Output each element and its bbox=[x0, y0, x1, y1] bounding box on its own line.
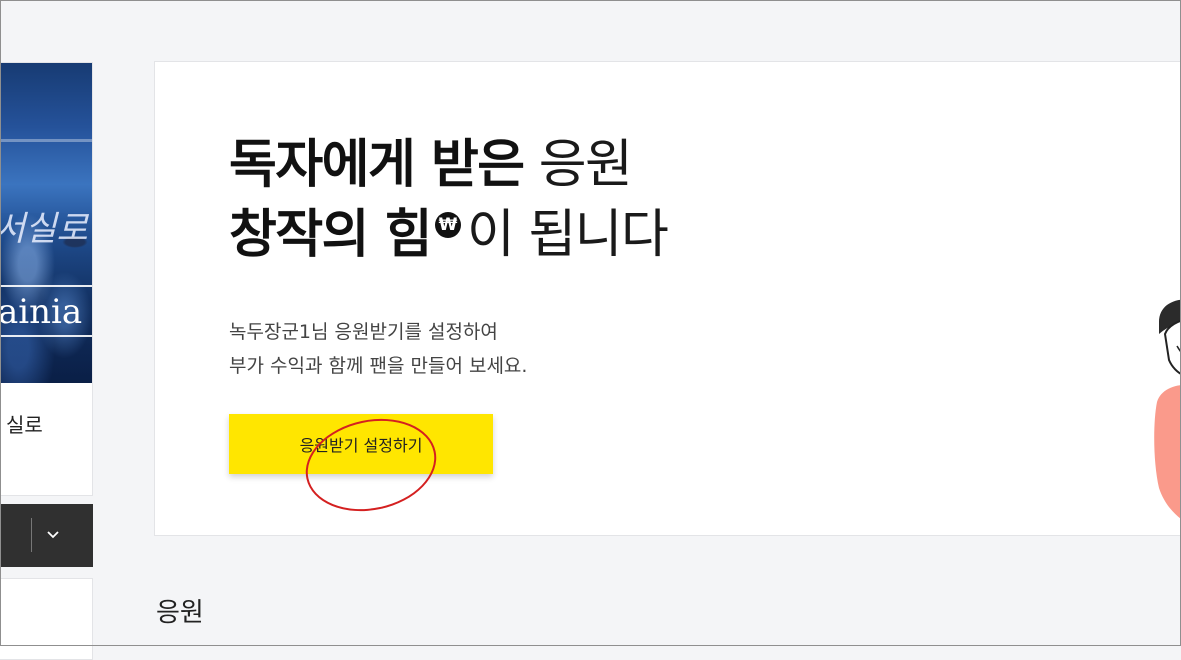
cover-brand-text: ainia bbox=[0, 292, 83, 332]
headline-bold-1: 독자에게 받은 bbox=[229, 135, 525, 195]
blog-cover-image: 서실로 ainia bbox=[0, 63, 92, 383]
blog-profile-card[interactable]: 서실로 ainia 실로 bbox=[0, 62, 93, 496]
support-section-title: 응원 bbox=[156, 598, 204, 628]
headline-light-1: 응원 bbox=[538, 135, 633, 195]
horizon-line bbox=[0, 139, 92, 142]
sidebar-card-lower bbox=[0, 578, 93, 660]
description-line-2: 부가 수익과 함께 팬을 만들어 보세요. bbox=[229, 355, 528, 377]
headline-light-2: 이 됩니다 bbox=[466, 205, 669, 265]
chevron-down-icon[interactable] bbox=[40, 522, 66, 548]
cover-script-text: 서실로 bbox=[0, 209, 88, 249]
won-coin-icon: ₩ bbox=[434, 212, 461, 238]
promo-headline: 독자에게 받은 응원 창작의 힘 ₩ 이 됩니다 bbox=[229, 130, 669, 270]
setup-support-button[interactable]: 응원받기 설정하기 bbox=[229, 414, 493, 474]
writer-illustration bbox=[1154, 299, 1181, 519]
promo-description: 녹두장군1님 응원받기를 설정하여 부가 수익과 함께 팬을 만들어 보세요. bbox=[229, 315, 527, 383]
shirt-shape bbox=[1154, 385, 1181, 519]
description-line-1: 녹두장군1님 응원받기를 설정하여 bbox=[229, 321, 498, 343]
headline-line-2: 창작의 힘 ₩ 이 됩니다 bbox=[229, 200, 669, 270]
blog-name-label[interactable]: 실로 bbox=[6, 409, 43, 438]
headline-bold-2: 창작의 힘 bbox=[229, 205, 432, 265]
blog-menu-bar bbox=[0, 504, 93, 567]
headline-line-1: 독자에게 받은 응원 bbox=[229, 130, 667, 200]
menu-divider bbox=[31, 518, 32, 552]
cover-rule-bottom bbox=[0, 335, 92, 337]
support-promo-card: 독자에게 받은 응원 창작의 힘 ₩ 이 됩니다 녹두장군1님 응원받기를 설정하여… bbox=[154, 61, 1181, 536]
